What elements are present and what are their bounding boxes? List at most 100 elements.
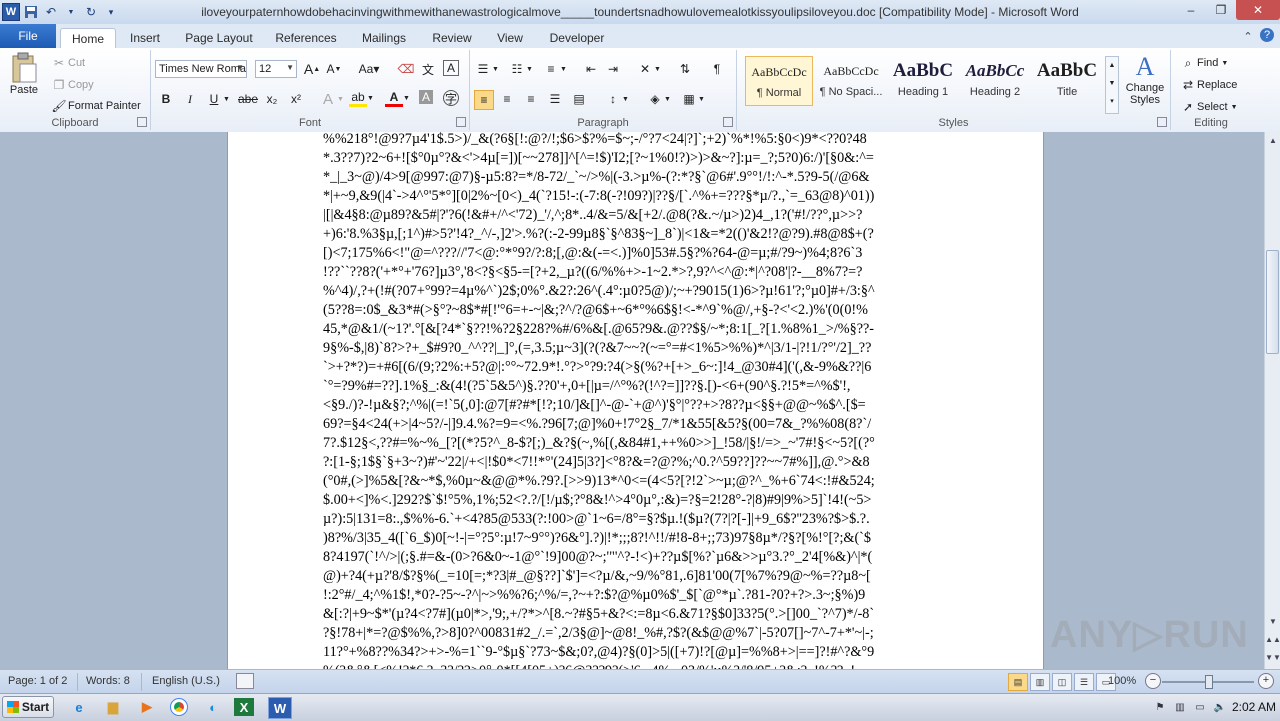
help-icon[interactable]: ? bbox=[1260, 28, 1274, 42]
tab-view[interactable]: View bbox=[488, 28, 532, 48]
document-line[interactable]: ?§!78+|*=?@$%%,?>8]0?^00831#2_/.=`,2/3§@… bbox=[323, 624, 947, 643]
outline-icon[interactable]: ☰ bbox=[1074, 673, 1094, 691]
text-effects-button[interactable]: A ▼ bbox=[319, 90, 344, 108]
character-border-button[interactable]: A bbox=[443, 60, 459, 76]
numbering-button[interactable]: ☷ ▼ bbox=[508, 60, 533, 78]
excel-icon[interactable]: X bbox=[234, 698, 254, 716]
word-icon[interactable]: W bbox=[268, 697, 292, 719]
font-launcher-icon[interactable] bbox=[456, 117, 466, 127]
tab-file[interactable]: File bbox=[0, 24, 56, 48]
maximize-button[interactable]: ❐ bbox=[1206, 0, 1236, 20]
edge-icon[interactable]: ◐ bbox=[200, 696, 226, 718]
document-page[interactable]: %%218°!@9?7µ4'1$.5>)/_&(?6§[!:@?/!;$6>$?… bbox=[227, 132, 1044, 669]
decrease-indent-button[interactable]: ⇤ bbox=[582, 60, 600, 78]
clipboard-launcher-icon[interactable] bbox=[137, 117, 147, 127]
document-line[interactable]: %(?&°&[<%!?*6.?_3?/?2>0°·0*[[4[05+)?6@3?… bbox=[323, 662, 947, 669]
subscript-button[interactable]: x₂ bbox=[263, 90, 281, 108]
clock[interactable]: 2:02 AM bbox=[1232, 700, 1276, 714]
document-line[interactable]: (5??8=:0$_&3*#(>§°?~8$*#[!'°6=+-~|&;?^/?… bbox=[323, 301, 947, 320]
borders-button[interactable]: ▦ ▼ bbox=[680, 90, 705, 108]
document-line[interactable]: (°0#,(>]%5&[?&~*$,%0µ~&@@*%.?9?.[>>9)13*… bbox=[323, 472, 947, 491]
shrink-font-button[interactable]: A ▼ bbox=[325, 60, 343, 78]
clear-formatting-button[interactable]: ⌫ bbox=[397, 60, 415, 78]
display-icon[interactable]: ▭ bbox=[1192, 699, 1208, 715]
superscript-button[interactable]: x² bbox=[287, 90, 305, 108]
dropdown-arrow-icon[interactable]: ▼ bbox=[62, 3, 80, 21]
copy-button[interactable]: ❐ Copy bbox=[50, 76, 94, 94]
macro-recording-icon[interactable] bbox=[236, 673, 254, 689]
document-line[interactable]: )8?%/3|35_4([`6_$)0[~!-|=°?5°:µ!7~9°°)?6… bbox=[323, 529, 947, 548]
document-line[interactable]: %^4)/,?+(!#(?07+°99?=4µ%^`)2$;0%°.&2?:26… bbox=[323, 282, 947, 301]
document-line[interactable]: $.00+<]%<.]292?$`$!°5%,1%;52<?.?/[!/µ$;?… bbox=[323, 491, 947, 510]
document-line[interactable]: 11?°+%8??%34?>+>-%=1``9-°$µ§`?73~$&;0?,@… bbox=[323, 643, 947, 662]
document-line[interactable]: *.3??7)?2~6+![$°0µ°?&<'>4µ[=])[~~278]]^[… bbox=[323, 149, 947, 168]
change-case-button[interactable]: Aa▾ bbox=[357, 60, 381, 78]
document-line[interactable]: 9§%-$,|8)`8?>?+_$#9?0_^^??|_]°,(=,3.5;µ~… bbox=[323, 339, 947, 358]
document-line[interactable]: [)<7;175%6<!"@=^???//'7<@:°*°9?/?:8;[,@:… bbox=[323, 244, 947, 263]
tab-page-layout[interactable]: Page Layout bbox=[178, 28, 260, 48]
document-line[interactable]: `>+?*?)=+#6[(6/(9;?2%:+5?@|:°°~72.9*!.°?… bbox=[323, 358, 947, 377]
sort-button[interactable]: ⇅ bbox=[676, 60, 694, 78]
style-title[interactable]: AaBbC Title bbox=[1033, 56, 1101, 106]
strikethrough-button[interactable]: abe bbox=[237, 90, 259, 108]
media-icon[interactable]: ▶ bbox=[134, 696, 160, 718]
font-size-combo[interactable]: 12 ▼ bbox=[255, 60, 297, 78]
print-layout-icon[interactable]: ▤ bbox=[1008, 673, 1028, 691]
italic-button[interactable]: I bbox=[181, 90, 199, 108]
style-heading-2[interactable]: AaBbCc Heading 2 bbox=[961, 56, 1029, 106]
zoom-level[interactable]: 100% bbox=[1108, 675, 1136, 687]
minimize-ribbon-icon[interactable]: ⌃ bbox=[1240, 28, 1256, 44]
style-normal[interactable]: AaBbCcDc ¶ Normal bbox=[745, 56, 813, 106]
style-no-spacing[interactable]: AaBbCcDc ¶ No Spaci... bbox=[817, 56, 885, 106]
character-shading-button[interactable]: A bbox=[419, 90, 433, 104]
grow-font-button[interactable]: A ▲ bbox=[303, 60, 321, 78]
save-icon[interactable] bbox=[22, 3, 40, 21]
full-screen-reading-icon[interactable]: ▥ bbox=[1030, 673, 1050, 691]
line-spacing-button[interactable]: ↕ ▼ bbox=[604, 90, 629, 108]
document-line[interactable]: +)6:'8.%3§µ,[;1^)#>5?'!4?_^/-,]2'>.%?(:-… bbox=[323, 225, 947, 244]
close-button[interactable]: ✕ bbox=[1236, 0, 1280, 20]
language[interactable]: English (U.S.) bbox=[152, 675, 220, 687]
document-line[interactable]: *|+~9,&9(|4`->4^°'5*°][0|2%~[0<)_4(`?15!… bbox=[323, 187, 947, 206]
align-right-button[interactable]: ≡ bbox=[522, 90, 540, 108]
document-line[interactable]: µ?):5|131=8:.,$%%-6.`+<4?85@533(?:!00>@`… bbox=[323, 510, 947, 529]
tab-mailings[interactable]: Mailings bbox=[352, 28, 416, 48]
scroll-thumb[interactable] bbox=[1266, 250, 1279, 354]
minimize-button[interactable]: – bbox=[1176, 0, 1206, 20]
document-line[interactable]: <§9./)?-!µ&§?;^%|(=!`5(,0]:@7[#?#*[!?;10… bbox=[323, 396, 947, 415]
document-line[interactable]: %%218°!@9?7µ4'1$.5>)/_&(?6§[!:@?/!;$6>$?… bbox=[323, 132, 947, 149]
document-line[interactable]: 69?=§4<24(+>|4~5?/-|]9.4.%?=9=<%.?96[7;@… bbox=[323, 415, 947, 434]
zoom-in-icon[interactable]: + bbox=[1258, 673, 1274, 689]
highlight-button[interactable]: ab ▼ bbox=[349, 90, 374, 107]
document-line[interactable]: |[|&4§8:@µ89?&5#|?'?6(!&#+/^<'72)_'/,^;8… bbox=[323, 206, 947, 225]
undo-icon[interactable]: ↶ bbox=[42, 3, 60, 21]
format-painter-button[interactable]: 🖌 Format Painter bbox=[50, 97, 140, 115]
asian-layout-button[interactable]: ✕ ▼ bbox=[636, 60, 661, 78]
show-hide-button[interactable]: ¶ bbox=[708, 60, 726, 78]
align-center-button[interactable]: ≡ bbox=[498, 90, 516, 108]
volume-icon[interactable]: 🔈 bbox=[1212, 699, 1228, 715]
document-line[interactable]: ?:[1-§;1$§`§+3~?)#'~'22|/+<|!$0*<7!!*°'(… bbox=[323, 453, 947, 472]
paragraph-launcher-icon[interactable] bbox=[723, 117, 733, 127]
align-left-button[interactable]: ≡ bbox=[474, 90, 494, 110]
font-name-combo[interactable]: Times New Roma ▼ bbox=[155, 60, 247, 78]
replace-button[interactable]: ⇄ Replace bbox=[1179, 76, 1237, 94]
distributed-button[interactable]: ▤ bbox=[570, 90, 588, 108]
chrome-icon[interactable] bbox=[166, 696, 192, 718]
web-layout-icon[interactable]: ◫ bbox=[1052, 673, 1072, 691]
vertical-scrollbar[interactable]: ▲ ▼ ▲▲ ▼▼ bbox=[1264, 132, 1280, 669]
font-color-button[interactable]: A ▼ bbox=[385, 90, 410, 107]
customize-icon[interactable]: ▾ bbox=[102, 3, 120, 21]
tab-references[interactable]: References bbox=[268, 28, 344, 48]
network-icon[interactable]: ▥ bbox=[1172, 699, 1188, 715]
paste-button[interactable]: Paste bbox=[6, 52, 42, 114]
document-line[interactable]: 45,*@&1/(~1?'.°[&[?4*`§??!%?2§228?%#/6%&… bbox=[323, 320, 947, 339]
next-page-icon[interactable]: ▼▼ bbox=[1265, 649, 1280, 665]
tab-developer[interactable]: Developer bbox=[540, 28, 614, 48]
document-line[interactable]: 7?.$12§<,??#=%~%_[?[(*?5?^_8-$?[;)_&?§(~… bbox=[323, 434, 947, 453]
scroll-down-icon[interactable]: ▼ bbox=[1265, 613, 1280, 629]
styles-launcher-icon[interactable] bbox=[1157, 117, 1167, 127]
scroll-up-icon[interactable]: ▲ bbox=[1265, 132, 1280, 148]
document-line[interactable]: &[:?|+9~$*'(µ?4<?7#](µ0|*>,'9;,+/?*>^[8.… bbox=[323, 605, 947, 624]
style-heading-1[interactable]: AaBbC Heading 1 bbox=[889, 56, 957, 106]
